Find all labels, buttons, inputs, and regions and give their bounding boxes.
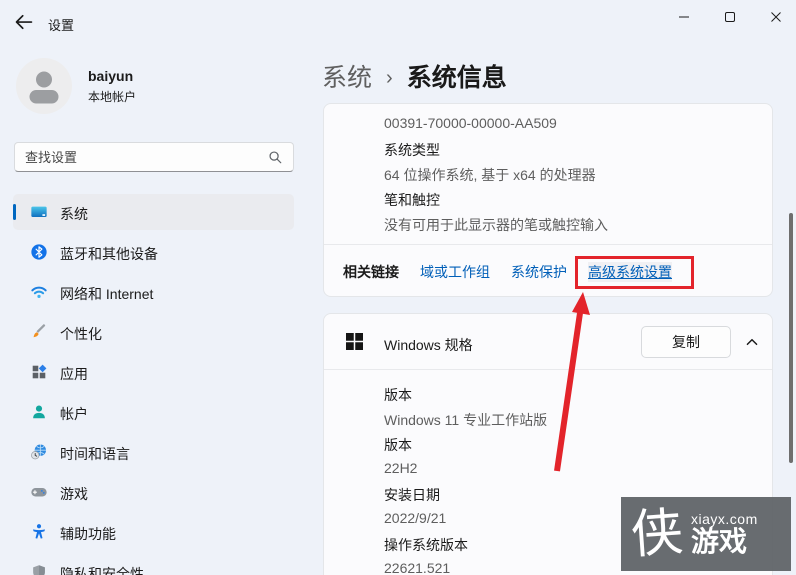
os-build-label: 操作系统版本 [384,537,468,553]
gamepad-icon [31,487,47,497]
sidebar-item-accessibility[interactable]: 辅助功能 [13,514,294,550]
paintbrush-icon [33,324,46,338]
sidebar-item-personalization[interactable]: 个性化 [13,314,294,350]
product-id-value: 00391-70000-00000-AA509 [384,115,557,131]
breadcrumb: 系统 › 系统信息 [322,58,507,94]
scrollbar-thumb[interactable] [789,213,793,463]
account-person-icon [33,405,45,419]
time-language-icon [31,444,47,460]
sidebar-item-gaming[interactable]: 游戏 [13,474,294,510]
page-title: 系统信息 [406,64,507,92]
sidebar-item-privacy[interactable]: 隐私和安全性 [13,554,294,575]
back-arrow-icon [15,14,33,30]
account-name[interactable]: baiyun [88,68,133,84]
system-protection-link[interactable]: 系统保护 [511,262,567,282]
maximize-button[interactable] [707,0,753,34]
edition-label: 版本 [384,387,412,403]
related-links-title: 相关链接 [343,264,399,280]
sidebar-item-label: 个性化 [60,326,102,342]
sidebar-item-system[interactable]: 系统 [13,194,294,230]
sidebar-item-label: 系统 [60,206,88,222]
pen-touch-value: 没有可用于此显示器的笔或触控输入 [384,217,608,233]
collapse-toggle[interactable] [744,334,760,350]
sidebar-item-label: 辅助功能 [60,526,116,542]
system-icon [31,206,47,217]
breadcrumb-parent[interactable]: 系统 [322,58,372,94]
minimize-icon [679,16,689,18]
chevron-up-icon [746,338,758,346]
about-card: 00391-70000-00000-AA509 系统类型 64 位操作系统, 基… [323,103,773,297]
close-icon [771,12,781,22]
sidebar-item-network[interactable]: 网络和 Internet [13,274,294,310]
search-icon [269,150,282,163]
wifi-icon [31,286,47,299]
search-input[interactable] [25,149,268,165]
search-box[interactable] [14,142,294,172]
domain-workgroup-link[interactable]: 域或工作组 [420,262,490,282]
sidebar-item-label: 网络和 Internet [60,286,154,302]
maximize-icon [725,12,735,22]
windows-logo-icon [346,333,363,350]
minimize-button[interactable] [661,0,707,34]
sidebar-item-label: 游戏 [60,486,88,502]
system-type-label: 系统类型 [384,142,440,158]
avatar[interactable] [16,58,72,114]
watermark: 侠 xiayx.com 游戏 [621,497,791,571]
sidebar-item-label: 时间和语言 [60,446,130,462]
back-button[interactable] [14,12,34,32]
accessibility-icon [33,524,45,539]
watermark-glyph: 侠 [628,502,686,566]
watermark-site: xiayx.com [691,510,758,527]
copy-button-label: 复制 [672,334,700,350]
annotation-highlight-box [575,256,694,289]
sidebar-item-time-language[interactable]: 时间和语言 [13,434,294,470]
card-divider [324,244,772,245]
version-label: 版本 [384,437,412,453]
sidebar-item-label: 帐户 [60,406,88,422]
card-divider [324,369,772,370]
sidebar-item-label: 隐私和安全性 [60,566,144,575]
bluetooth-icon [31,244,47,260]
version-value: 22H2 [384,460,418,476]
close-button[interactable] [753,0,796,34]
settings-window: 设置 baiyun 本地帐户 系统 [0,0,796,575]
install-date-label: 安装日期 [384,487,440,503]
copy-button[interactable]: 复制 [641,326,731,358]
watermark-label: 游戏 [691,525,748,557]
breadcrumb-separator-icon: › [386,67,393,89]
edition-value: Windows 11 专业工作站版 [384,412,548,428]
window-title: 设置 [48,18,75,33]
account-type: 本地帐户 [88,90,137,104]
sidebar-item-accounts[interactable]: 帐户 [13,394,294,430]
sidebar-item-label: 蓝牙和其他设备 [60,246,158,262]
specs-card-title: Windows 规格 [384,337,473,353]
sidebar-item-bluetooth[interactable]: 蓝牙和其他设备 [13,234,294,270]
sidebar-item-apps[interactable]: 应用 [13,354,294,390]
shield-icon [33,565,45,575]
apps-icon [32,364,47,379]
person-avatar-icon [16,58,72,114]
os-build-value: 22621.521 [384,560,451,575]
pen-touch-label: 笔和触控 [384,192,440,208]
sidebar-item-label: 应用 [60,366,88,382]
selected-indicator [13,204,16,220]
system-type-value: 64 位操作系统, 基于 x64 的处理器 [384,167,596,183]
install-date-value: 2022/9/21 [384,510,447,526]
